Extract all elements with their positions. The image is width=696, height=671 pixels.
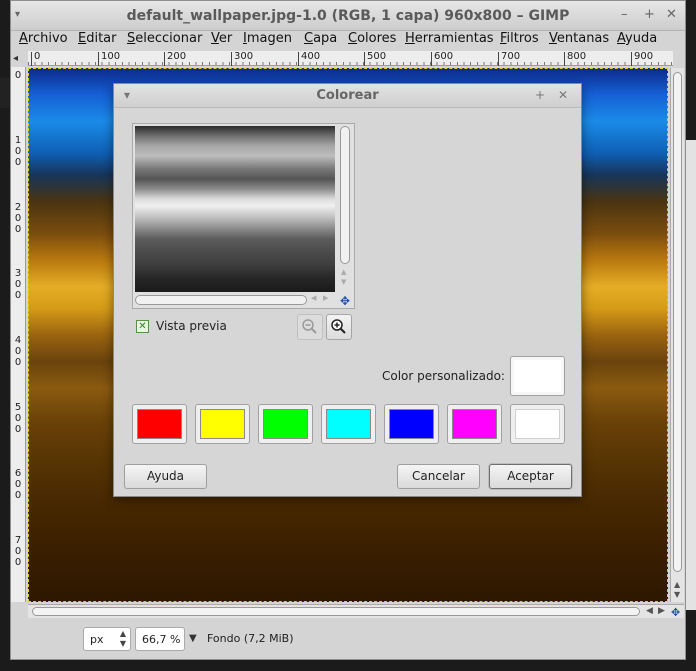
zoom-in-button[interactable] bbox=[326, 314, 352, 340]
ruler-tick: 4 0 0 bbox=[14, 335, 22, 368]
dialog-titlebar: ▾ Colorear + ✕ bbox=[114, 84, 581, 108]
menu-ver[interactable]: Ver bbox=[211, 31, 232, 46]
preview-image[interactable] bbox=[135, 126, 335, 292]
layer-info: Fondo (7,2 MiB) bbox=[207, 632, 294, 645]
preview-area: ▲ ▼ ◀ ▶ ✥ bbox=[132, 123, 355, 309]
ruler-tick: 200 bbox=[164, 52, 186, 66]
custom-color-label: Color personalizado: bbox=[382, 369, 505, 383]
ruler-tick: 100 bbox=[98, 52, 120, 66]
spin-icon: ▲ ▼ bbox=[119, 629, 126, 648]
zoom-out-button[interactable] bbox=[297, 314, 323, 340]
help-button[interactable]: Ayuda bbox=[124, 464, 207, 489]
ruler-tick: 3 0 0 bbox=[14, 268, 22, 301]
navigate-icon[interactable]: ✥ bbox=[338, 294, 352, 308]
minimize-icon[interactable]: – bbox=[621, 7, 628, 22]
swatch-cyan[interactable] bbox=[321, 404, 376, 444]
menu-editar[interactable]: Editar bbox=[78, 31, 117, 46]
maximize-icon[interactable]: + bbox=[644, 7, 655, 22]
menu-ventanas[interactable]: Ventanas bbox=[549, 31, 609, 46]
ruler-tick: 600 bbox=[431, 52, 453, 66]
swatch-magenta[interactable] bbox=[447, 404, 502, 444]
zoom-out-icon bbox=[302, 319, 317, 334]
menu-colores[interactable]: Colores bbox=[348, 31, 396, 46]
menubar: Archivo Editar Seleccionar Ver Imagen Ca… bbox=[11, 31, 685, 49]
unit-selector[interactable]: px ▲ ▼ bbox=[83, 627, 131, 651]
navigate-icon[interactable]: ✥ bbox=[671, 606, 680, 619]
ruler-tick: 0 bbox=[14, 70, 22, 81]
ruler-tick: 0 bbox=[31, 52, 40, 66]
ruler-tick: 800 bbox=[564, 52, 586, 66]
menu-imagen[interactable]: Imagen bbox=[243, 31, 292, 46]
ruler-tick: 2 0 0 bbox=[14, 202, 22, 235]
preview-horizontal-scrollbar[interactable]: ◀ ▶ bbox=[135, 294, 335, 306]
swatch-white[interactable] bbox=[510, 404, 565, 444]
custom-color-button[interactable] bbox=[510, 356, 565, 396]
ruler-tick: 300 bbox=[231, 52, 253, 66]
statusbar: px ▲ ▼ 66,7 % ▼ Fondo (7,2 MiB) bbox=[11, 621, 685, 657]
scroll-right-icon[interactable]: ▶ bbox=[323, 294, 328, 302]
window-titlebar: ▾ default_wallpaper.jpg-1.0 (RGB, 1 capa… bbox=[11, 1, 685, 31]
scroll-up-icon[interactable]: ▲ bbox=[341, 268, 346, 276]
scroll-left-icon[interactable]: ◀ bbox=[311, 294, 316, 302]
background-window-right bbox=[686, 140, 696, 610]
swatch-green[interactable] bbox=[258, 404, 313, 444]
zoom-field[interactable]: 66,7 % bbox=[135, 627, 185, 651]
ruler-tick: 900 bbox=[631, 52, 653, 66]
menu-ayuda[interactable]: Ayuda bbox=[617, 31, 657, 46]
cancel-button[interactable]: Cancelar bbox=[397, 464, 480, 489]
zoom-dropdown-icon[interactable]: ▼ bbox=[189, 627, 207, 651]
ruler-vertical[interactable]: 0 1 0 0 2 0 0 3 0 0 4 0 0 5 0 0 6 0 0 7 … bbox=[11, 67, 26, 602]
ruler-tick: 500 bbox=[364, 52, 386, 66]
ruler-tick: 400 bbox=[298, 52, 320, 66]
swatch-yellow[interactable] bbox=[195, 404, 250, 444]
background-window-left bbox=[0, 78, 10, 108]
preview-checkbox-label: Vista previa bbox=[156, 319, 227, 333]
dialog-maximize-icon[interactable]: + bbox=[535, 88, 545, 102]
dialog-title: Colorear bbox=[316, 88, 379, 103]
vertical-scrollbar[interactable]: ▲ ▼ bbox=[670, 68, 684, 602]
dialog-close-icon[interactable]: ✕ bbox=[558, 88, 568, 102]
swatch-fill bbox=[515, 409, 560, 439]
horizontal-scrollbar[interactable]: ◀ ▶ ✥ bbox=[28, 604, 684, 619]
ruler-corner-icon[interactable]: ◂ bbox=[13, 53, 18, 64]
scroll-thumb[interactable] bbox=[32, 607, 640, 616]
ruler-tick: 700 bbox=[498, 52, 520, 66]
swatch-fill bbox=[137, 409, 182, 439]
unit-value: px bbox=[90, 633, 104, 646]
accept-button[interactable]: Aceptar bbox=[489, 464, 572, 489]
swatch-fill bbox=[263, 409, 308, 439]
colorize-dialog: ▾ Colorear + ✕ ▲ ▼ ◀ ▶ ✥ ✕ Vista previa bbox=[113, 83, 582, 497]
preview-checkbox[interactable]: ✕ bbox=[136, 320, 149, 333]
swatch-fill bbox=[452, 409, 497, 439]
ruler-tick: 6 0 0 bbox=[14, 468, 22, 501]
menu-herramientas[interactable]: Herramientas bbox=[405, 31, 494, 46]
close-icon[interactable]: ✕ bbox=[666, 7, 677, 22]
window-title: default_wallpaper.jpg-1.0 (RGB, 1 capa) … bbox=[126, 8, 570, 24]
zoom-value: 66,7 % bbox=[142, 633, 181, 646]
menu-archivo[interactable]: Archivo bbox=[19, 31, 68, 46]
menu-seleccionar[interactable]: Seleccionar bbox=[127, 31, 202, 46]
scroll-thumb[interactable] bbox=[340, 126, 350, 264]
ruler-horizontal[interactable]: 0 100 200 300 400 500 600 700 800 900 bbox=[28, 51, 673, 66]
menu-capa[interactable]: Capa bbox=[304, 31, 337, 46]
ruler-tick: 1 0 0 bbox=[14, 135, 22, 168]
scroll-up-icon[interactable]: ▲ bbox=[674, 580, 680, 589]
ruler-tick: 7 0 0 bbox=[14, 535, 22, 568]
scroll-down-icon[interactable]: ▼ bbox=[341, 278, 346, 286]
scroll-down-icon[interactable]: ▼ bbox=[674, 590, 680, 599]
ruler-tick: 5 0 0 bbox=[14, 402, 22, 435]
preview-vertical-scrollbar[interactable]: ▲ ▼ bbox=[338, 126, 352, 292]
scroll-thumb[interactable] bbox=[673, 72, 682, 572]
scroll-left-icon[interactable]: ◀ bbox=[646, 606, 653, 616]
menu-filtros[interactable]: Filtros bbox=[500, 31, 539, 46]
zoom-in-icon bbox=[331, 319, 346, 334]
scroll-right-icon[interactable]: ▶ bbox=[658, 606, 665, 616]
swatch-blue[interactable] bbox=[384, 404, 439, 444]
swatch-red[interactable] bbox=[132, 404, 187, 444]
swatch-fill bbox=[389, 409, 434, 439]
swatch-fill bbox=[200, 409, 245, 439]
scroll-thumb[interactable] bbox=[135, 295, 307, 305]
swatch-fill bbox=[326, 409, 371, 439]
